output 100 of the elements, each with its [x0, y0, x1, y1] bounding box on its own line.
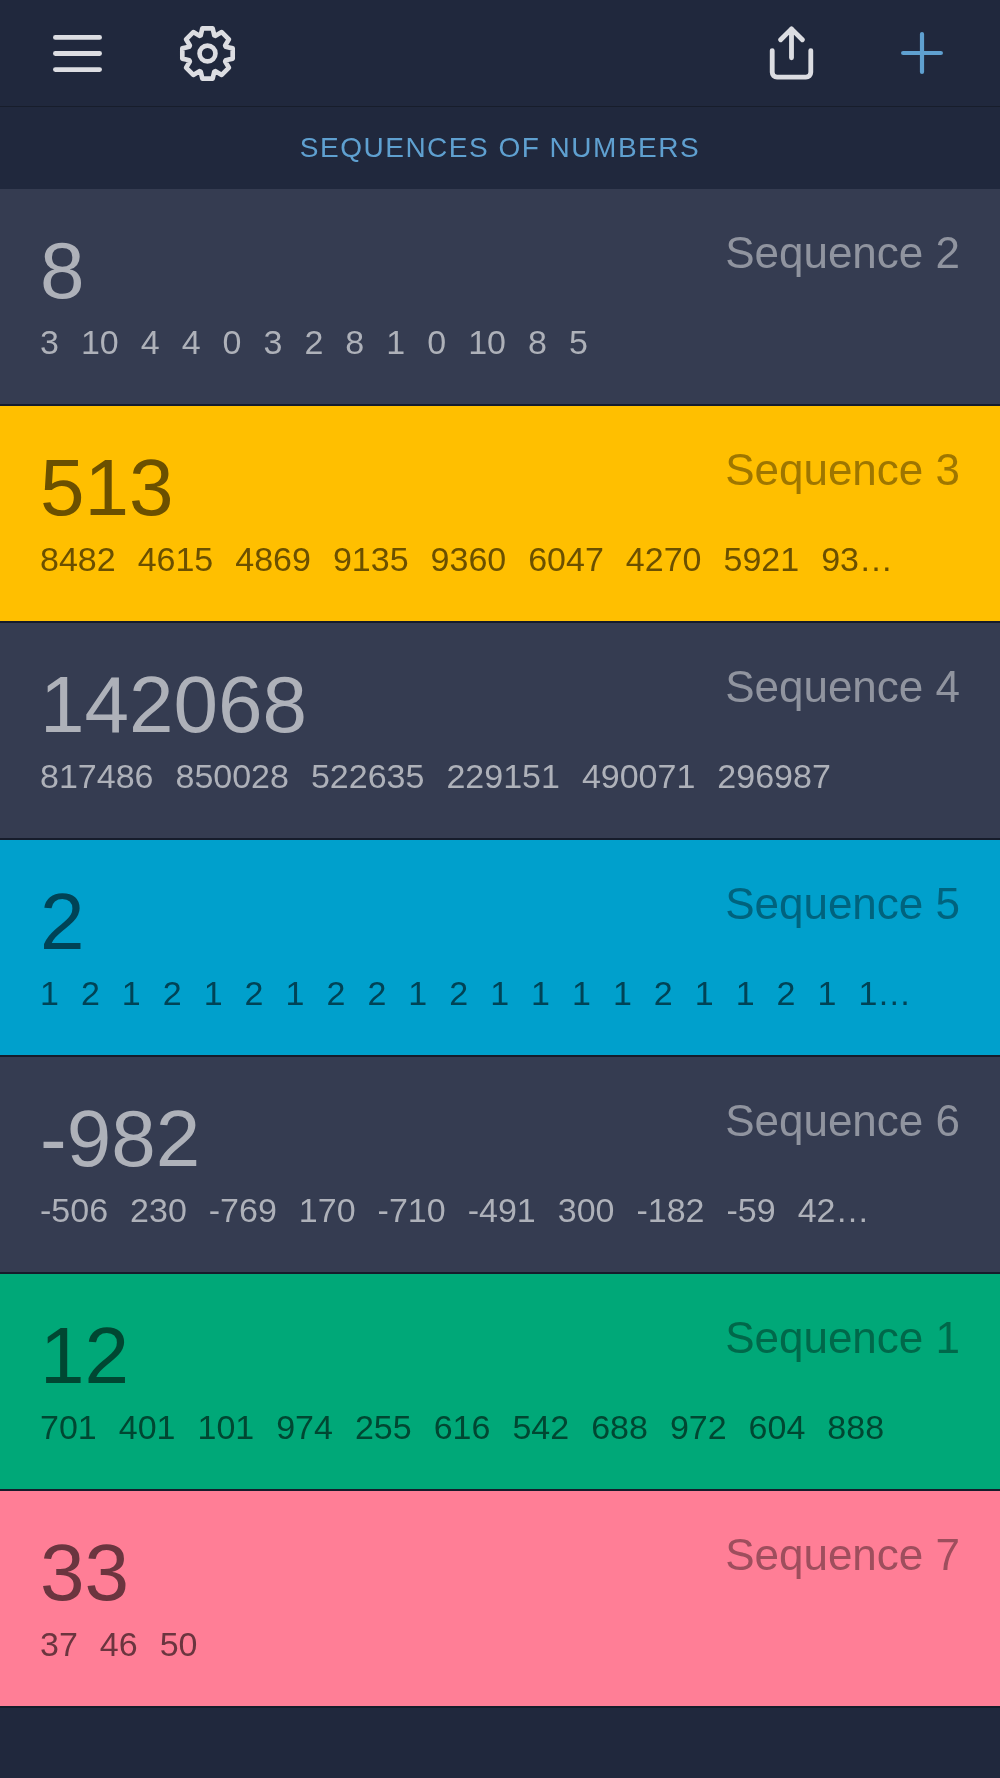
sequence-term: 10 — [80, 325, 119, 359]
sequence-name: Sequence 3 — [725, 448, 960, 492]
sequence-card[interactable]: 513 Sequence 3 8482 4615 4869 9135 9360 6047 4270 5921 93… — [0, 406, 1000, 623]
current-value: 2 — [40, 882, 85, 962]
sequence-term: 230 — [130, 1193, 187, 1227]
sequence-term: 1 — [572, 976, 591, 1010]
sequence-term: 93… — [821, 542, 893, 576]
sequence-term: 4 — [140, 325, 160, 359]
sequence-term: 850028 — [175, 759, 289, 793]
sequence-term: 1 — [817, 976, 837, 1010]
sequence-term: 3 — [40, 325, 59, 359]
sequence-term: 9360 — [430, 542, 507, 576]
sequence-term: 4 — [181, 325, 201, 359]
sequence-term: 490071 — [581, 759, 696, 793]
sequence-term: 8482 — [40, 542, 116, 576]
sequence-name: Sequence 7 — [725, 1533, 960, 1577]
sequence-name: Sequence 2 — [725, 231, 960, 275]
settings-button[interactable] — [179, 24, 236, 82]
sequence-term: 1 — [612, 976, 632, 1010]
sequence-term: 2 — [367, 976, 387, 1010]
sequence-term: 50 — [159, 1627, 198, 1661]
sequence-term: 542 — [512, 1410, 570, 1444]
sequence-term: 0 — [427, 325, 447, 359]
sequence-term: 1 — [40, 976, 59, 1010]
sequence-term: 1 — [531, 976, 550, 1010]
sequence-term: 170 — [298, 1193, 356, 1227]
sequence-term: -769 — [208, 1193, 277, 1227]
menu-icon — [53, 34, 102, 72]
sequence-term: 2 — [244, 976, 264, 1010]
add-icon — [901, 32, 943, 74]
sequence-term: 1 — [694, 976, 714, 1010]
sequence-term: -710 — [377, 1193, 446, 1227]
section-title: SEQUENCES OF NUMBERS — [299, 134, 701, 162]
sequence-card[interactable]: 2 Sequence 5 1 2 1 2 1 2 1 2 2 1 2 1 1 1 1 2 1 1 2 1 1… — [0, 840, 1000, 1057]
sequence-term: 1 — [285, 976, 305, 1010]
current-value: -982 — [40, 1099, 201, 1179]
sequence-term: 2 — [162, 976, 182, 1010]
sequence-term: 4270 — [625, 542, 702, 576]
sequence-name: Sequence 4 — [725, 665, 960, 709]
sequence-term: 42… — [797, 1193, 870, 1227]
current-value: 12 — [40, 1316, 129, 1396]
sequence-term: 8 — [345, 325, 365, 359]
sequence-term: 522635 — [310, 759, 425, 793]
current-value: 142068 — [40, 665, 307, 745]
share-button[interactable] — [769, 26, 814, 80]
sequence-term: 101 — [197, 1410, 255, 1444]
sequence-term: 2 — [326, 976, 346, 1010]
current-value: 33 — [40, 1533, 129, 1613]
sequence-term: 2 — [653, 976, 673, 1010]
sequence-term: 0 — [222, 325, 242, 359]
current-value: 8 — [40, 231, 85, 311]
sequence-term: 10 — [468, 325, 506, 359]
settings-icon — [179, 24, 236, 82]
share-icon — [769, 26, 814, 80]
sequence-term: 46 — [99, 1627, 138, 1661]
sequence-card[interactable]: 33 Sequence 7 37 46 50 — [0, 1491, 1000, 1708]
current-value: 513 — [40, 448, 174, 528]
menu-button[interactable] — [53, 34, 102, 72]
sequence-term: 401 — [118, 1410, 176, 1444]
sequence-name: Sequence 1 — [725, 1316, 960, 1360]
sequence-term: 688 — [591, 1410, 648, 1444]
sequence-term: 4615 — [137, 542, 214, 576]
sequence-name: Sequence 6 — [725, 1099, 960, 1143]
sequence-term: 3 — [263, 325, 283, 359]
sequence-term: 1 — [408, 976, 428, 1010]
sequence-term: 616 — [433, 1410, 491, 1444]
sequence-term: 300 — [557, 1193, 615, 1227]
sequence-card[interactable]: 142068 Sequence 4 817486 850028 522635 229151 490071 296987 — [0, 623, 1000, 840]
sequence-term: 972 — [669, 1410, 727, 1444]
sequence-card[interactable]: -982 Sequence 6 -506 230 -769 170 -710 -491 300 -182 -59 42… — [0, 1057, 1000, 1274]
sequence-term: 1 — [735, 976, 755, 1010]
sequence-term: 6047 — [528, 542, 604, 576]
sequence-term: -506 — [40, 1193, 109, 1227]
add-button[interactable] — [901, 32, 943, 74]
sequence-term: -59 — [726, 1193, 776, 1227]
sequence-term: 2 — [80, 976, 100, 1010]
sequence-card[interactable]: 8 Sequence 2 3 10 4 4 0 3 2 8 1 0 10 8 5 — [0, 189, 1000, 406]
sequence-term: 296987 — [717, 759, 831, 793]
sequence-term: 2 — [449, 976, 469, 1010]
sequence-term: 1 — [203, 976, 223, 1010]
sequence-term: 229151 — [446, 759, 560, 793]
sequence-term: 1 — [490, 976, 510, 1010]
sequence-term: -182 — [636, 1193, 705, 1227]
sequence-term: 1 — [121, 976, 141, 1010]
sequence-term: 4869 — [235, 542, 311, 576]
sequence-term: -491 — [467, 1193, 536, 1227]
sequence-term: 1 — [386, 325, 406, 359]
sequence-term: 5 — [568, 325, 588, 359]
sequence-term: 5921 — [723, 542, 800, 576]
sequence-term: 888 — [827, 1410, 885, 1444]
sequence-term: 1… — [858, 976, 912, 1010]
sequence-term: 255 — [354, 1410, 412, 1444]
sequence-term: 604 — [748, 1410, 806, 1444]
sequence-term: 974 — [276, 1410, 333, 1444]
sequence-term: 701 — [40, 1410, 97, 1444]
sequence-term: 37 — [40, 1627, 78, 1661]
sequence-term: 2 — [304, 325, 324, 359]
sequence-term: 817486 — [40, 759, 154, 793]
sequence-term: 8 — [527, 325, 547, 359]
sequence-card[interactable]: 12 Sequence 1 701 401 101 974 255 616 542 688 972 604 888 — [0, 1274, 1000, 1491]
